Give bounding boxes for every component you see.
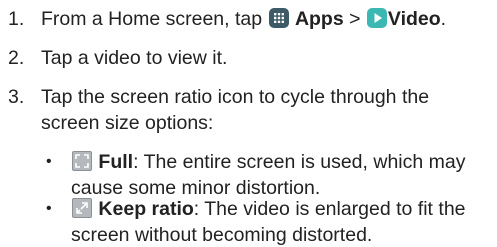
video-label: Video: [387, 8, 441, 30]
step-text: Tap a video to view it.: [41, 47, 228, 69]
step-3: 3. Tap the screen ratio icon to cycle th…: [8, 84, 488, 136]
option-text: Keep ratio: The video is enlarged to fit…: [71, 198, 466, 246]
apps-grid-icon: [268, 8, 289, 28]
step-text: Tap the screen ratio icon to cycle throu…: [41, 86, 430, 134]
step-2: 2. Tap a video to view it.: [8, 45, 488, 71]
bullet-dot: •: [46, 153, 52, 170]
full-screen-icon: [72, 151, 92, 171]
step-number: 1.: [8, 8, 25, 30]
step-1: 1. From a Home screen, tap Apps > Video.: [8, 6, 488, 32]
apps-label: Apps: [294, 8, 344, 30]
option-text: Full: The entire screen is used, which m…: [71, 151, 466, 199]
step-text: From a Home screen, tap Apps > Video.: [41, 8, 447, 30]
video-play-icon: [366, 8, 387, 28]
option-keep-ratio: • Keep ratio: The video is enlarged to f…: [46, 196, 491, 247]
step-number: 2.: [8, 47, 25, 69]
option-label: Keep ratio: [98, 198, 194, 220]
option-label: Full: [98, 151, 134, 173]
step-number: 3.: [8, 86, 25, 108]
option-full: • Full: The entire screen is used, which…: [46, 149, 491, 201]
bullet-dot: •: [46, 200, 52, 217]
keep-ratio-icon: [72, 198, 92, 218]
